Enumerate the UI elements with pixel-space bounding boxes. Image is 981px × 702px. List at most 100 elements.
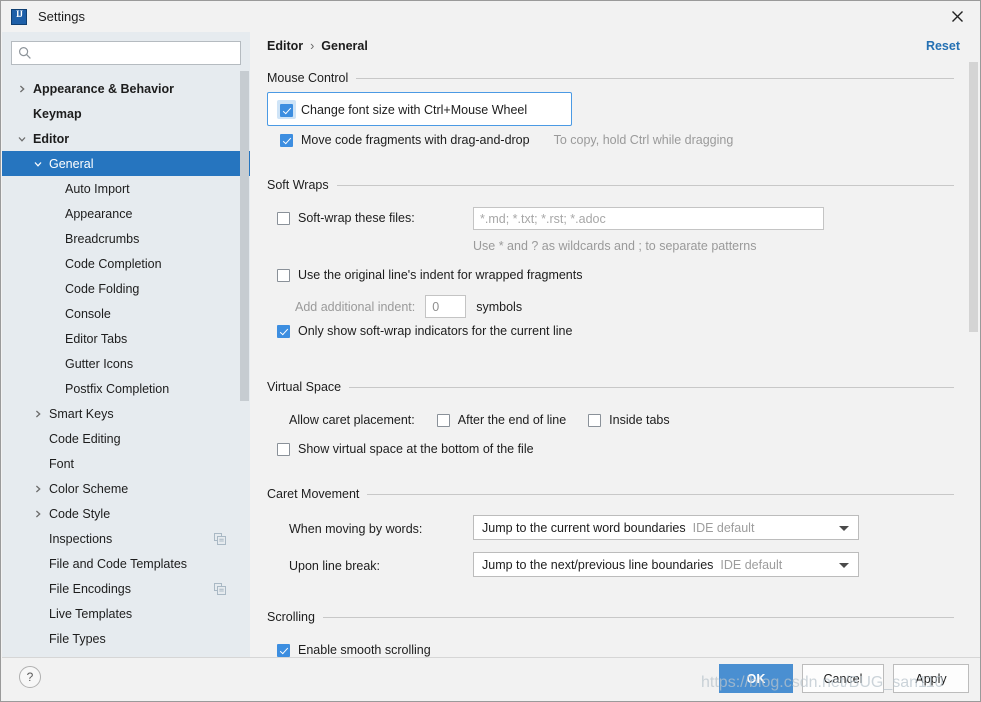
chevron-right-icon[interactable] [32,408,44,420]
settings-dialog: Settings Appearance & BehaviorKeymapEdit… [0,0,981,702]
group-divider [349,387,954,388]
search-icon [18,46,32,60]
after-end-of-line-checkbox[interactable] [437,414,450,427]
chevron-down-icon[interactable] [32,158,44,170]
sidebar-item-auto-import[interactable]: Auto Import [2,176,250,201]
reset-link[interactable]: Reset [926,39,960,53]
row-move-code-fragments[interactable]: Move code fragments with drag-and-drop T… [280,133,733,147]
additional-indent-input[interactable]: 0 [425,295,466,318]
sidebar-item-code-style[interactable]: Code Style [2,501,250,526]
inside-tabs-checkbox[interactable] [588,414,601,427]
sidebar-item-smart-keys[interactable]: Smart Keys [2,401,250,426]
soft-wrap-files-checkbox[interactable] [277,212,290,225]
sidebar-item-label: Code Style [49,507,110,521]
row-show-virtual-space[interactable]: Show virtual space at the bottom of the … [277,442,534,456]
search-input[interactable] [36,43,231,63]
copy-configurable-icon [214,533,226,545]
after-end-of-line-label: After the end of line [458,413,566,427]
chevron-down-icon [839,563,849,568]
additional-indent-value: 0 [432,300,439,314]
apply-button[interactable]: Apply [893,664,969,693]
chevron-right-icon[interactable] [16,83,28,95]
sidebar-item-label: Postfix Completion [65,382,169,396]
change-font-size-checkbox[interactable] [280,104,293,117]
soft-wrap-files-input[interactable]: *.md; *.txt; *.rst; *.adoc [473,207,824,230]
ok-button[interactable]: OK [719,664,793,693]
sidebar-item-postfix-completion[interactable]: Postfix Completion [2,376,250,401]
sidebar-item-color-scheme[interactable]: Color Scheme [2,476,250,501]
allow-caret-placement-label: Allow caret placement: [289,413,415,427]
sidebar-scrollbar-thumb[interactable] [240,71,249,401]
sidebar-item-label: Appearance & Behavior [33,82,174,96]
enable-smooth-scrolling-checkbox[interactable] [277,644,290,657]
close-icon [951,10,964,23]
only-show-indicators-checkbox[interactable] [277,325,290,338]
close-button[interactable] [934,1,980,32]
chevron-right-icon[interactable] [32,483,44,495]
sidebar-item-keymap[interactable]: Keymap [2,101,250,126]
virtual-space-body: Allow caret placement: After the end of … [267,401,954,477]
sidebar-item-font[interactable]: Font [2,451,250,476]
sidebar-item-code-completion[interactable]: Code Completion [2,251,250,276]
sidebar-item-label: Live Templates [49,607,132,621]
row-soft-wrap-files[interactable]: Soft-wrap these files: [277,211,415,225]
upon-line-break-combo[interactable]: Jump to the next/previous line boundarie… [473,552,859,577]
row-change-font-size[interactable]: Change font size with Ctrl+Mouse Wheel [280,103,527,117]
additional-indent-label: Add additional indent: [295,300,415,314]
group-divider [356,78,954,79]
group-mouse-control: Mouse Control Change font size with Ctrl… [267,70,954,154]
sidebar-item-code-editing[interactable]: Code Editing [2,426,250,451]
sidebar-item-editor-tabs[interactable]: Editor Tabs [2,326,250,351]
sidebar-item-editor[interactable]: Editor [2,126,250,151]
sidebar-item-console[interactable]: Console [2,301,250,326]
sidebar-item-file-and-code-templates[interactable]: File and Code Templates [2,551,250,576]
row-additional-indent: Add additional indent: 0 symbols [295,295,522,318]
move-code-fragments-checkbox[interactable] [280,134,293,147]
help-button[interactable]: ? [19,666,41,688]
sidebar-item-label: File and Code Templates [49,557,187,571]
sidebar-item-label: Gutter Icons [65,357,133,371]
breadcrumb-root[interactable]: Editor [267,39,303,53]
row-enable-smooth-scrolling[interactable]: Enable smooth scrolling [277,643,431,657]
breadcrumb-leaf: General [321,39,368,53]
sidebar-item-code-folding[interactable]: Code Folding [2,276,250,301]
sidebar-item-file-encodings[interactable]: File Encodings [2,576,250,601]
change-font-size-label: Change font size with Ctrl+Mouse Wheel [301,103,527,117]
enable-smooth-scrolling-label: Enable smooth scrolling [298,643,431,657]
settings-sidebar: Appearance & Behavior KeymapEditorGeneral… [2,32,250,657]
sidebar-item-live-templates[interactable]: Live Templates [2,601,250,626]
sidebar-item-label: Font [49,457,74,471]
sidebar-item-label: Appearance [65,207,132,221]
sidebar-item-general[interactable]: General [2,151,250,176]
sidebar-item-file-types[interactable]: File Types [2,626,250,651]
sidebar-item-label: Code Folding [65,282,139,296]
copy-configurable-icon [214,583,226,595]
when-moving-by-words-label: When moving by words: [289,522,422,536]
group-caret-movement: Caret Movement When moving by words: Jum… [267,486,954,592]
sidebar-item-appearance-behavior[interactable]: Appearance & Behavior [2,76,250,101]
group-label: Soft Wraps [267,178,329,192]
when-moving-by-words-combo[interactable]: Jump to the current word boundaries IDE … [473,515,859,540]
group-label: Scrolling [267,610,315,624]
sidebar-item-appearance[interactable]: Appearance [2,201,250,226]
sidebar-item-inspections[interactable]: Inspections [2,526,250,551]
cancel-button[interactable]: Cancel [802,664,884,693]
chevron-down-icon [839,526,849,531]
sidebar-item-label: Color Scheme [49,482,128,496]
show-virtual-space-checkbox[interactable] [277,443,290,456]
row-original-indent[interactable]: Use the original line's indent for wrapp… [277,268,583,282]
chevron-down-icon[interactable] [16,133,28,145]
chevron-right-icon[interactable] [32,508,44,520]
title-bar: Settings [1,1,980,32]
main-scrollbar-thumb[interactable] [969,62,978,332]
group-label: Virtual Space [267,380,341,394]
sidebar-item-gutter-icons[interactable]: Gutter Icons [2,351,250,376]
original-indent-checkbox[interactable] [277,269,290,282]
search-box[interactable] [11,41,241,65]
help-icon: ? [27,670,34,684]
group-title-soft-wraps: Soft Wraps [267,177,954,193]
sidebar-item-breadcrumbs[interactable]: Breadcrumbs [2,226,250,251]
group-soft-wraps: Soft Wraps Soft-wrap these files: *.md; … [267,177,954,344]
group-label: Mouse Control [267,71,348,85]
row-only-show-indicators[interactable]: Only show soft-wrap indicators for the c… [277,324,572,338]
